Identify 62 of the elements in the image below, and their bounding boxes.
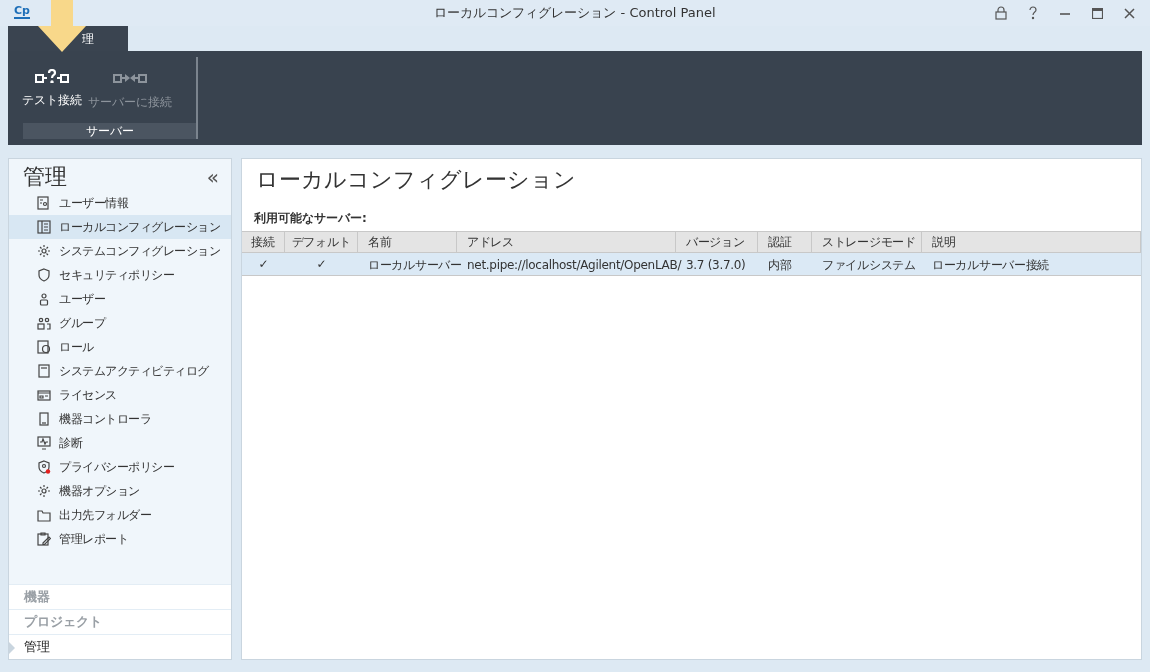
section-heading: 利用可能なサーバー: [253,210,368,227]
column-header[interactable]: 接続 [242,232,285,252]
nav-item[interactable]: 機器オプション [9,479,231,503]
nav-item[interactable]: システムコンフィグレーション [9,239,231,263]
table-cell: ローカルサーバー接続 [932,258,1049,272]
nav-item-icon [37,484,51,498]
lock-icon [995,6,1007,20]
nav-item-icon [37,340,51,354]
nav-item-icon [37,316,51,330]
nav-item[interactable]: グループ [9,311,231,335]
table-row[interactable]: ✓ ✓ ローカルサーバー net.pipe://localhost/Agilent/OpenLAB/ 3.7 (3.7.0) 内部 ファイルシステム ローカルサーバー接続 [242,253,1141,276]
nav-item-icon [37,388,51,402]
nav-item[interactable]: 出力先フォルダー [9,503,231,527]
nav-item[interactable]: ロール [9,335,231,359]
column-header[interactable]: デフォルト [285,232,358,252]
nav-item[interactable]: 機器コントローラ [9,407,231,431]
connect-icon [113,73,147,83]
nav-item[interactable]: ライセンス [9,383,231,407]
nav-item-icon [37,292,51,306]
collapse-button[interactable]: « [206,167,219,187]
close-icon [1123,7,1135,19]
column-header[interactable]: バージョン [676,232,758,252]
app-logo: Cp [14,4,30,19]
test-connection-icon [35,69,69,83]
nav-item-icon [37,244,51,258]
nav-item-icon [37,508,51,522]
column-header[interactable]: ストレージモード [812,232,922,252]
nav-item[interactable]: 管理レポート [9,527,231,551]
nav-item-icon [37,460,51,474]
nav-item-icon [37,436,51,450]
table-cell: ローカルサーバー [368,258,462,272]
nav-item-icon [37,364,51,378]
column-header[interactable]: 説明 [922,232,1141,252]
nav-item[interactable]: ユーザー情報 [9,191,231,215]
table-cell: 内部 [768,258,792,272]
nav-item-icon [37,532,51,546]
sidebar-title: 管理 [23,163,67,191]
nav-item-icon [37,220,51,234]
nav-item[interactable]: システムアクティビティログ [9,359,231,383]
group-label: サーバー [23,123,196,139]
check-mark: ✓ [258,256,269,273]
nav-item[interactable]: セキュリティポリシー [9,263,231,287]
section-tab[interactable]: 管理 [9,634,231,659]
nav-item-icon [37,268,51,282]
column-header[interactable]: 名前 [358,232,457,252]
nav-item[interactable]: ローカルコンフィグレーション [9,215,231,239]
page-title: ローカルコンフィグレーション [255,166,577,194]
check-mark: ✓ [316,256,327,273]
nav-item[interactable]: プライバシーポリシー [9,455,231,479]
nav-item[interactable]: ユーザー [9,287,231,311]
ribbon-button[interactable]: テスト接続 [22,57,82,109]
table-cell: ファイルシステム [822,258,916,272]
column-header[interactable]: アドレス [457,232,676,252]
help-icon [1028,6,1038,20]
nav-item-icon [37,196,51,210]
maximize-icon [1091,7,1103,19]
table-cell: 3.7 (3.7.0) [686,258,746,272]
table-cell: net.pipe://localhost/Agilent/OpenLAB/ [467,258,682,272]
window-title: ローカルコンフィグレーション - Control Panel [434,4,716,23]
nav-item-icon [37,412,51,426]
nav-item[interactable]: 診断 [9,431,231,455]
column-header[interactable]: 認証 [758,232,812,252]
